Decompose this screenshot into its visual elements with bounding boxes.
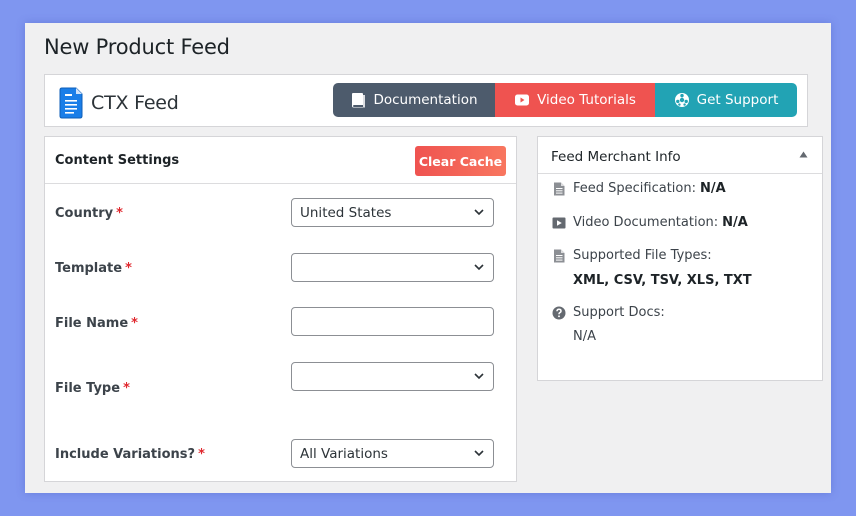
documentation-button[interactable]: Documentation bbox=[333, 83, 495, 117]
support-docs-value: N/A bbox=[573, 329, 596, 344]
video-play-icon bbox=[552, 217, 566, 228]
file-type-label-text: File Type bbox=[55, 381, 121, 396]
documentation-label: Documentation bbox=[373, 92, 478, 108]
country-label: Country * bbox=[55, 206, 123, 221]
template-select[interactable] bbox=[291, 253, 494, 282]
supported-file-types-label: Supported File Types: bbox=[573, 248, 712, 263]
required-mark: * bbox=[198, 447, 205, 462]
video-tutorials-button[interactable]: Video Tutorials bbox=[495, 83, 655, 117]
support-docs-label: Support Docs: bbox=[573, 305, 665, 320]
country-label-text: Country bbox=[55, 206, 114, 221]
feed-merchant-info-panel: Feed Merchant Info Feed Specification: N… bbox=[537, 136, 823, 381]
question-circle-icon bbox=[552, 306, 566, 319]
required-mark: * bbox=[131, 316, 138, 331]
include-variations-select[interactable]: All Variations bbox=[291, 439, 494, 468]
help-button-group: Documentation Video Tutorials Get Suppor… bbox=[333, 83, 797, 117]
youtube-icon bbox=[515, 94, 530, 106]
get-support-button[interactable]: Get Support bbox=[655, 83, 797, 117]
feed-specification-label: Feed Specification: bbox=[573, 181, 696, 196]
video-documentation-row: Video Documentation: N/A bbox=[552, 215, 748, 230]
file-type-select[interactable] bbox=[291, 362, 494, 391]
merchant-info-title: Feed Merchant Info bbox=[551, 149, 681, 165]
merchant-info-header[interactable]: Feed Merchant Info bbox=[538, 137, 822, 174]
feed-specification-value[interactable]: N/A bbox=[700, 181, 726, 196]
required-mark: * bbox=[125, 261, 132, 276]
chevron-down-icon bbox=[474, 264, 484, 271]
template-label-text: Template bbox=[55, 261, 123, 276]
logo-text: CTX Feed bbox=[91, 92, 179, 114]
document-icon bbox=[554, 182, 565, 195]
video-tutorials-label: Video Tutorials bbox=[537, 92, 636, 108]
content-settings-title: Content Settings bbox=[55, 153, 180, 168]
supported-file-types-row: Supported File Types: bbox=[552, 248, 712, 263]
document-logo-icon bbox=[59, 87, 83, 119]
supported-file-types-value: XML, CSV, TSV, XLS, TXT bbox=[573, 273, 752, 288]
chevron-down-icon bbox=[474, 450, 484, 457]
required-mark: * bbox=[123, 381, 130, 396]
content-settings-panel: Content Settings Clear Cache Country * Un… bbox=[44, 136, 517, 482]
video-documentation-value[interactable]: N/A bbox=[722, 215, 748, 230]
chevron-down-icon bbox=[474, 373, 484, 380]
required-mark: * bbox=[116, 206, 123, 221]
chevron-down-icon bbox=[474, 209, 484, 216]
file-text-icon bbox=[554, 249, 565, 262]
file-name-label-text: File Name bbox=[55, 316, 129, 331]
support-docs-row: Support Docs: bbox=[552, 305, 665, 320]
file-name-label: File Name * bbox=[55, 316, 138, 331]
book-icon bbox=[352, 93, 366, 108]
country-select[interactable]: United States bbox=[291, 198, 494, 227]
feed-editor-window: New Product Feed CTX Feed Documentation bbox=[25, 23, 831, 493]
get-support-label: Get Support bbox=[696, 92, 779, 108]
include-variations-label-text: Include Variations? bbox=[55, 447, 196, 462]
file-name-input[interactable] bbox=[291, 307, 494, 336]
header-bar: CTX Feed Documentation Video Tutorials G… bbox=[44, 74, 808, 127]
page-title: New Product Feed bbox=[44, 35, 230, 59]
feed-specification-row: Feed Specification: N/A bbox=[552, 181, 726, 196]
include-variations-select-value: All Variations bbox=[300, 445, 388, 462]
video-documentation-label: Video Documentation: bbox=[573, 215, 719, 230]
country-select-value: United States bbox=[300, 204, 392, 221]
include-variations-label: Include Variations? * bbox=[55, 447, 205, 462]
support-icon bbox=[674, 93, 689, 107]
collapse-arrow-icon[interactable] bbox=[799, 151, 808, 158]
file-type-label: File Type * bbox=[55, 381, 130, 396]
content-settings-header: Content Settings Clear Cache bbox=[45, 137, 516, 184]
template-label: Template * bbox=[55, 261, 132, 276]
logo: CTX Feed bbox=[59, 87, 179, 119]
clear-cache-button[interactable]: Clear Cache bbox=[415, 146, 506, 176]
